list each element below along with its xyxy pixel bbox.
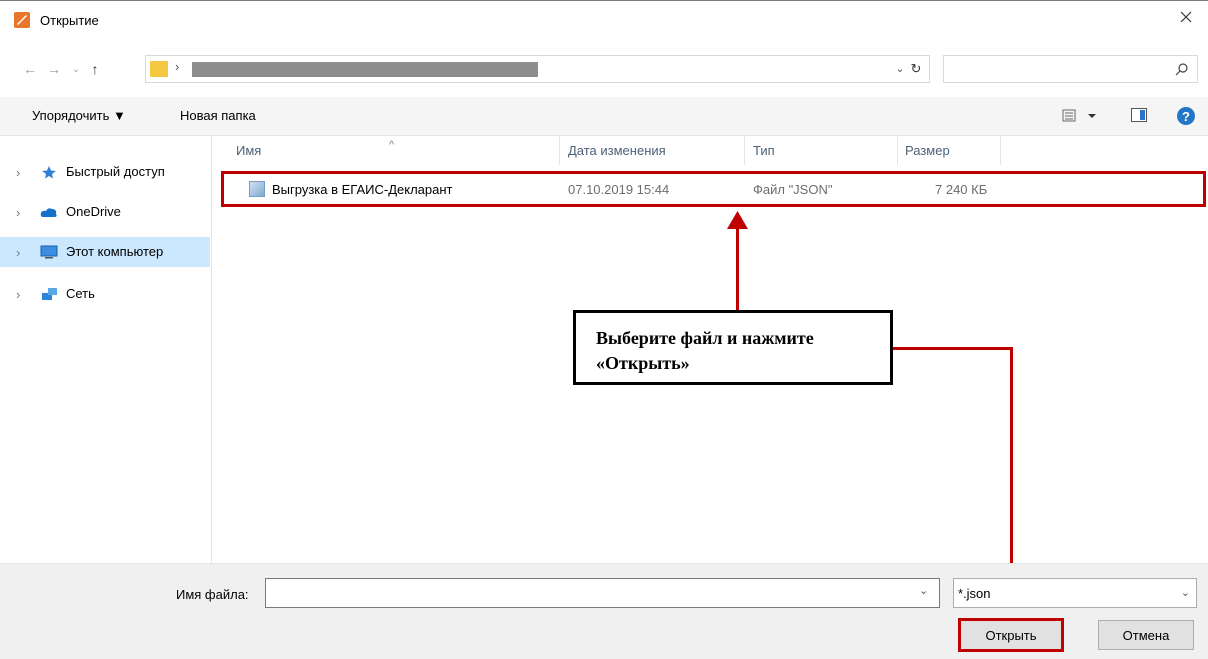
nav-label: Быстрый доступ (66, 164, 165, 179)
file-type-filter[interactable]: *.json ⌄ (953, 578, 1197, 608)
folder-icon (150, 61, 168, 77)
nav-label: OneDrive (66, 204, 121, 219)
refresh-icon[interactable]: ↻ (907, 60, 925, 78)
back-arrow-icon[interactable]: ← (22, 60, 38, 78)
app-logo-icon (14, 12, 30, 28)
search-input[interactable] (943, 55, 1198, 83)
cancel-button-label: Отмена (1122, 627, 1170, 643)
filter-dropdown-icon[interactable]: ⌄ (1181, 586, 1190, 599)
column-header-name[interactable]: Имя (236, 143, 261, 171)
breadcrumb-chevron-icon[interactable]: › (175, 59, 179, 74)
annotation-line-2: «Открыть» (596, 353, 690, 373)
redacted-path (192, 62, 538, 77)
nav-item-quick-access[interactable]: › Быстрый доступ (0, 157, 210, 187)
navigation-pane: › Быстрый доступ › OneDrive › Этот компь… (0, 135, 212, 563)
file-highlight-frame (221, 171, 1206, 207)
address-dropdown-icon[interactable]: ⌄ (893, 61, 907, 75)
open-file-dialog: Открытие ← → ⌄ ↑ › ⌄ ↻ Упорядочить ▼ Нов… (0, 0, 1208, 659)
nav-label: Сеть (66, 286, 95, 301)
nav-item-network[interactable]: › Сеть (0, 279, 210, 309)
preview-pane-icon[interactable] (1131, 108, 1147, 122)
expand-chevron-icon[interactable]: › (16, 205, 20, 220)
expand-chevron-icon[interactable]: › (16, 165, 20, 180)
annotation-callout: Выберите файл и нажмите «Открыть» (573, 310, 893, 385)
title-bar: Открытие (0, 1, 1208, 37)
column-divider[interactable] (744, 135, 745, 165)
filename-label: Имя файла: (176, 587, 249, 602)
view-options-icon[interactable] (1062, 107, 1102, 125)
star-icon (42, 166, 56, 179)
search-icon (1175, 63, 1188, 76)
column-divider[interactable] (1000, 135, 1001, 165)
arrow-head-up-icon (727, 211, 748, 229)
nav-label: Этот компьютер (66, 244, 164, 259)
recent-chevron-icon[interactable]: ⌄ (68, 60, 84, 78)
column-header-type[interactable]: Тип (753, 143, 775, 171)
organize-button[interactable]: Упорядочить ▼ (32, 108, 126, 123)
sort-ascending-icon: ^ (389, 139, 395, 151)
column-header-date[interactable]: Дата изменения (568, 143, 666, 171)
close-icon[interactable] (1164, 1, 1208, 33)
command-toolbar: Упорядочить ▼ Новая папка ? (0, 97, 1208, 136)
network-icon (42, 288, 57, 300)
cloud-icon (40, 208, 57, 217)
filename-input[interactable] (265, 578, 940, 608)
up-arrow-icon[interactable]: ↑ (87, 60, 103, 78)
filter-value: *.json (958, 586, 991, 601)
window-title: Открытие (40, 13, 99, 28)
open-button-label: Открыть (985, 627, 1037, 643)
help-icon[interactable]: ? (1177, 107, 1195, 125)
computer-icon (40, 245, 58, 259)
cancel-button[interactable]: Отмена (1098, 620, 1194, 650)
annotation-connector (893, 347, 1013, 350)
address-row: ← → ⌄ ↑ › ⌄ ↻ (0, 51, 1208, 87)
forward-arrow-icon[interactable]: → (46, 60, 62, 78)
annotation-arrow-up (736, 225, 739, 311)
nav-item-this-pc[interactable]: › Этот компьютер (0, 237, 210, 267)
open-button[interactable]: Открыть (958, 618, 1064, 652)
nav-item-onedrive[interactable]: › OneDrive (0, 197, 210, 227)
column-divider[interactable] (897, 135, 898, 165)
expand-chevron-icon[interactable]: › (16, 245, 20, 260)
column-divider[interactable] (559, 135, 560, 165)
filename-dropdown-icon[interactable]: ⌄ (919, 584, 928, 597)
annotation-line-1: Выберите файл и нажмите (596, 328, 814, 348)
new-folder-button[interactable]: Новая папка (180, 108, 256, 123)
column-header-size[interactable]: Размер (905, 143, 950, 171)
expand-chevron-icon[interactable]: › (16, 287, 20, 302)
